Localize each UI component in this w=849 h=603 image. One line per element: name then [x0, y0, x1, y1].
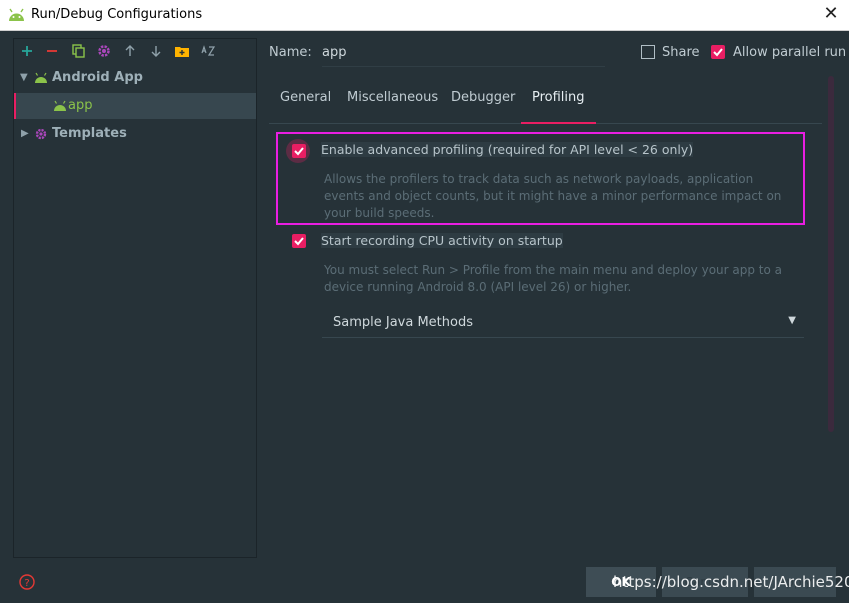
tab-profiling[interactable]: Profiling [521, 80, 596, 124]
arrow-up-icon[interactable] [122, 43, 138, 59]
cpu-recording-description: You must select Run > Profile from the m… [324, 263, 783, 294]
cancel-button[interactable]: Cancel [662, 567, 748, 597]
tree-item-app[interactable]: app [14, 93, 256, 119]
ok-button[interactable]: OK [586, 567, 656, 597]
android-icon [35, 72, 47, 83]
add-icon[interactable] [19, 43, 35, 59]
config-tabs: General Miscellaneous Debugger Profiling [269, 80, 822, 124]
dropdown-arrow-icon: ▼ [788, 315, 796, 326]
tab-general[interactable]: General [280, 80, 331, 122]
tree-item-label: app [68, 98, 93, 113]
copy-icon[interactable] [70, 43, 86, 59]
tab-miscellaneous[interactable]: Miscellaneous [347, 80, 438, 122]
folder-add-icon[interactable] [174, 43, 190, 59]
check-icon [294, 147, 304, 156]
check-icon [294, 237, 304, 246]
advanced-profiling-checkbox[interactable] [292, 144, 306, 158]
allow-parallel-checkbox[interactable] [711, 45, 725, 59]
tree-item-android-app[interactable]: ▼ Android App [14, 65, 256, 91]
tree-toolbar [14, 39, 256, 63]
tab-debugger[interactable]: Debugger [451, 80, 515, 122]
name-label: Name: [269, 45, 312, 60]
cpu-recording-label: Start recording CPU activity on startup [321, 233, 563, 248]
share-checkbox[interactable] [641, 45, 655, 59]
close-icon[interactable]: ✕ [821, 3, 841, 25]
window-title: Run/Debug Configurations [31, 7, 203, 22]
title-bar: Run/Debug Configurations ✕ [0, 0, 849, 31]
gear-icon[interactable] [96, 43, 112, 59]
advanced-profiling-description: Allows the profilers to track data such … [324, 172, 782, 220]
sort-az-icon[interactable] [200, 43, 216, 59]
tree-item-label: Android App [52, 70, 143, 85]
name-input[interactable]: app [322, 40, 605, 67]
arrow-down-icon[interactable] [148, 43, 164, 59]
scrollbar[interactable] [828, 76, 834, 432]
selected-method: Sample Java Methods [333, 315, 473, 330]
tree-item-templates[interactable]: ▶ Templates [14, 121, 256, 147]
tree-item-label: Templates [52, 126, 127, 141]
profiling-method-select[interactable]: Sample Java Methods ▼ [322, 309, 804, 338]
allow-parallel-label: Allow parallel run [733, 45, 847, 60]
android-icon [54, 100, 66, 111]
share-label: Share [662, 45, 700, 60]
remove-icon[interactable] [44, 43, 60, 59]
advanced-profiling-label: Enable advanced profiling (required for … [321, 142, 694, 157]
svg-text:?: ? [24, 578, 29, 589]
chevron-down-icon[interactable]: ▼ [20, 65, 32, 91]
apply-button[interactable]: Apply [754, 567, 836, 597]
help-icon[interactable]: ? [19, 574, 35, 590]
gear-icon [35, 128, 47, 140]
check-icon [713, 48, 723, 57]
name-value: app [322, 45, 347, 60]
cpu-recording-checkbox[interactable] [292, 234, 306, 248]
chevron-right-icon[interactable]: ▶ [21, 121, 33, 147]
configuration-tree-panel: ▼ Android App app ▶ Templates [13, 38, 257, 558]
android-icon [9, 8, 24, 21]
